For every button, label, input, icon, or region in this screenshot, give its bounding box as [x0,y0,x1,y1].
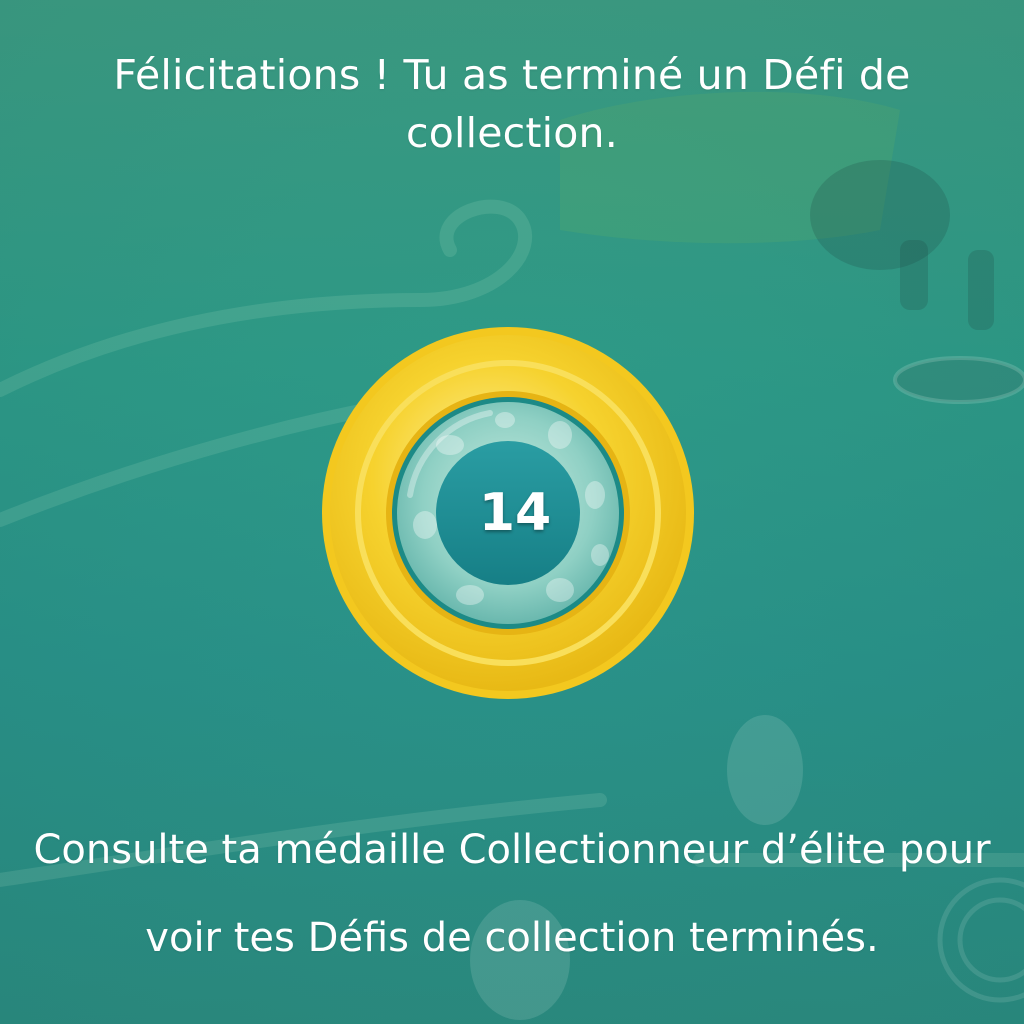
congratulations-title: Félicitations ! Tu as terminé un Défi de… [113,51,911,157]
medal-count: 14 [478,483,552,543]
info-message: Consulte ta médaille Collectionneur d’él… [33,827,991,961]
